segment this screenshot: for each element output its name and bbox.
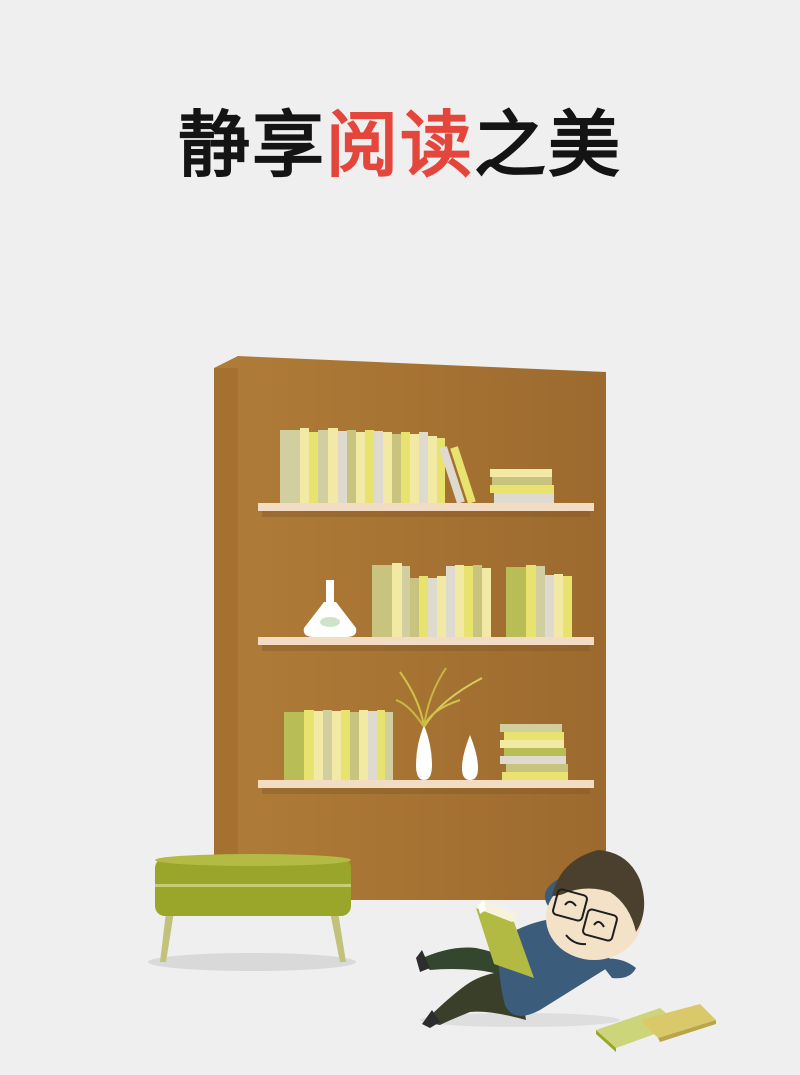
stool (148, 854, 356, 971)
reading-illustration (148, 356, 716, 1052)
books-on-floor (596, 1004, 716, 1052)
